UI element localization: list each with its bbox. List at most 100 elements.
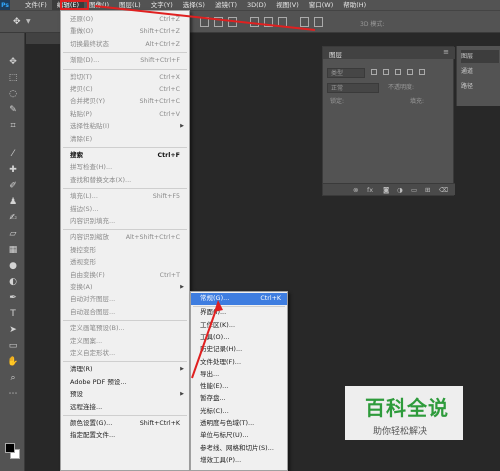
pen-icon[interactable]: ✒ xyxy=(7,293,19,304)
preferences-item[interactable]: 导出... xyxy=(191,369,287,381)
type-icon[interactable]: T xyxy=(7,309,19,320)
quick-select-icon[interactable]: ✎ xyxy=(7,105,19,116)
preferences-item[interactable]: 光标(C)... xyxy=(191,406,287,418)
preferences-item[interactable]: 历史记录(H)... xyxy=(191,344,287,356)
edit-menu-item[interactable]: 搜索 Ctrl+F xyxy=(61,150,189,161)
preferences-item[interactable]: 单位与标尺(U)... xyxy=(191,430,287,442)
align-center-icon[interactable] xyxy=(214,17,223,27)
align-top-icon[interactable] xyxy=(250,17,259,27)
preferences-item[interactable]: 文件处理(F)... xyxy=(191,357,287,369)
preferences-item[interactable]: 增效工具(P)... xyxy=(191,455,287,467)
edit-menu-item[interactable]: 粘贴(P) Ctrl+V xyxy=(61,109,189,120)
edit-menu-item[interactable]: 查找和替换文本(X)... xyxy=(61,175,189,186)
edit-menu-item[interactable]: 拷贝(C) Ctrl+C xyxy=(61,84,189,95)
preferences-item[interactable]: 工具(O)... xyxy=(191,332,287,344)
menu-layer[interactable]: 图层(L) xyxy=(114,0,146,10)
edit-menu-item[interactable]: 定义自定形状... xyxy=(61,348,189,359)
crop-icon[interactable]: ⌗ xyxy=(7,121,19,132)
edit-menu-item[interactable]: 远程连接... xyxy=(61,402,189,413)
zoom-icon[interactable]: ⌕ xyxy=(7,373,19,384)
history-brush-icon[interactable]: ✍ xyxy=(7,213,19,224)
stamp-icon[interactable]: ♟ xyxy=(7,197,19,208)
path-select-icon[interactable]: ➤ xyxy=(7,325,19,336)
align-middle-icon[interactable] xyxy=(264,17,273,27)
eyedropper-icon[interactable]: ⁄ xyxy=(7,149,19,160)
panel-menu-icon[interactable]: ≡ xyxy=(443,48,449,56)
menu-filter[interactable]: 滤镜(T) xyxy=(210,0,242,10)
kind-filter[interactable]: 类型 xyxy=(327,68,365,78)
align-bottom-icon[interactable] xyxy=(278,17,287,27)
link-icon[interactable]: ⊗ xyxy=(353,186,358,194)
edit-menu-item[interactable]: 指定配置文件... xyxy=(61,430,189,441)
edit-menu-item[interactable]: 内容识别缩放 Alt+Shift+Ctrl+C xyxy=(61,232,189,243)
edit-menu-item[interactable]: 剪切(T) Ctrl+X xyxy=(61,72,189,83)
edit-menu-item[interactable]: 渐隐(D)... Shift+Ctrl+F xyxy=(61,55,189,66)
menu-view[interactable]: 视图(V) xyxy=(271,0,304,10)
eraser-icon[interactable]: ▱ xyxy=(7,229,19,240)
side-paths[interactable]: 路径 xyxy=(461,80,499,93)
chevron-down-icon[interactable]: ▼ xyxy=(26,18,31,25)
healing-brush-icon[interactable]: ✚ xyxy=(7,165,19,176)
menu-window[interactable]: 窗口(W) xyxy=(304,0,339,10)
preferences-item[interactable]: 常规(G)... Ctrl+K xyxy=(191,293,287,305)
edit-menu-item[interactable]: 清理(R) ▶ xyxy=(61,364,189,375)
mask-icon[interactable]: ◙ xyxy=(383,186,389,194)
hand-icon[interactable]: ✋ xyxy=(7,357,19,368)
side-channels[interactable]: 通道 xyxy=(461,65,499,78)
distribute-icon[interactable] xyxy=(300,17,309,27)
side-layers[interactable]: 图层 xyxy=(461,50,499,63)
edit-menu-item[interactable]: 重做(O) Shift+Ctrl+Z xyxy=(61,26,189,37)
menu-select[interactable]: 选择(S) xyxy=(178,0,210,10)
edit-menu-item[interactable]: 描边(S)... xyxy=(61,204,189,215)
edit-menu-item[interactable]: 变换(A) ▶ xyxy=(61,282,189,293)
edit-menu-item[interactable]: 清除(E) xyxy=(61,134,189,145)
edit-menu-item[interactable]: 还原(O) Ctrl+Z xyxy=(61,14,189,25)
gradient-icon[interactable]: ▦ xyxy=(7,245,19,256)
edit-menu-item[interactable]: 透视变形 xyxy=(61,257,189,268)
folder-icon[interactable]: ▭ xyxy=(411,186,417,194)
edit-menu-item[interactable]: 选择性粘贴(I) ▶ xyxy=(61,121,189,132)
fx-icon[interactable]: fx xyxy=(367,186,373,194)
filter-smart-icon[interactable] xyxy=(419,69,425,75)
filter-shape-icon[interactable] xyxy=(407,69,413,75)
lasso-icon[interactable]: ◌ xyxy=(7,89,19,100)
more-tools-icon[interactable]: ⋯ xyxy=(7,389,19,400)
edit-menu-item[interactable]: 预设 ▶ xyxy=(61,389,189,400)
preferences-item[interactable]: 界面(I)... xyxy=(191,307,287,319)
menu-type[interactable]: 文字(Y) xyxy=(146,0,178,10)
filter-type-icon[interactable] xyxy=(395,69,401,75)
align-right-icon[interactable] xyxy=(228,17,237,27)
filter-pixel-icon[interactable] xyxy=(371,69,377,75)
dodge-icon[interactable]: ◐ xyxy=(7,277,19,288)
edit-menu-item[interactable]: Adobe PDF 预设... xyxy=(61,377,189,388)
move-icon[interactable]: ✥ xyxy=(7,57,19,68)
shape-icon[interactable]: ▭ xyxy=(7,341,19,352)
edit-menu-item[interactable]: 填充(L)... Shift+F5 xyxy=(61,191,189,202)
edit-menu-item[interactable]: 颜色设置(G)... Shift+Ctrl+K xyxy=(61,418,189,429)
move-tool-icon[interactable]: ✥ xyxy=(13,17,21,27)
edit-menu-item[interactable]: 拼写检查(H)... xyxy=(61,162,189,173)
edit-menu-item[interactable]: 定义图案... xyxy=(61,336,189,347)
layers-panel-tab[interactable]: 图层 xyxy=(323,47,455,59)
adjustment-icon[interactable]: ◑ xyxy=(397,186,403,194)
foreground-color-swatch[interactable] xyxy=(5,443,15,453)
marquee-icon[interactable]: ⬚ xyxy=(7,73,19,84)
preferences-item[interactable]: 工作区(K)... xyxy=(191,320,287,332)
edit-menu-item[interactable]: 切换最终状态 Alt+Ctrl+Z xyxy=(61,39,189,50)
blend-mode-select[interactable]: 正常 xyxy=(327,83,379,93)
edit-menu-item[interactable]: 自动对齐图层... xyxy=(61,294,189,305)
align-left-icon[interactable] xyxy=(200,17,209,27)
preferences-item[interactable]: 性能(E)... xyxy=(191,381,287,393)
preferences-item[interactable]: 暂存盘... xyxy=(191,393,287,405)
edit-menu-item[interactable]: 操控变形 xyxy=(61,245,189,256)
brush-icon[interactable]: ✐ xyxy=(7,181,19,192)
blur-icon[interactable]: ● xyxy=(7,261,19,272)
edit-menu-item[interactable]: 合并拷贝(Y) Shift+Ctrl+C xyxy=(61,96,189,107)
filter-adjust-icon[interactable] xyxy=(383,69,389,75)
trash-icon[interactable]: ⌫ xyxy=(439,186,448,194)
preferences-item[interactable]: 参考线、网格和切片(S)... xyxy=(191,443,287,455)
preferences-item[interactable]: 透明度与色域(T)... xyxy=(191,418,287,430)
distribute-h-icon[interactable] xyxy=(314,17,323,27)
menu-file[interactable]: 文件(F) xyxy=(20,0,52,10)
edit-menu-item[interactable]: 内容识别填充... xyxy=(61,216,189,227)
